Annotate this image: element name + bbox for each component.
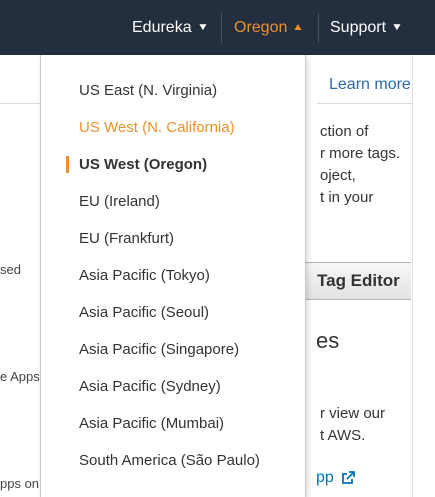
region-item-us-west-2[interactable]: US West (Oregon) <box>41 146 305 183</box>
region-dropdown-menu: US East (N. Virginia) US West (N. Califo… <box>40 55 306 497</box>
paragraph-line: oject, <box>320 167 356 184</box>
support-menu-label: Support <box>330 18 387 36</box>
account-menu[interactable]: Edureka ▼ <box>132 0 208 55</box>
region-item-label: Asia Pacific (Tokyo) <box>79 267 210 284</box>
account-menu-label: Edureka <box>132 18 192 36</box>
paragraph-line: ction of <box>320 123 369 140</box>
region-item-us-east-1[interactable]: US East (N. Virginia) <box>41 72 305 109</box>
region-menu[interactable]: Oregon ▲ <box>234 0 305 55</box>
left-text-fragment: sed <box>0 262 21 277</box>
region-item-label: EU (Frankfurt) <box>79 230 175 247</box>
paragraph-line: t in your <box>320 189 374 206</box>
tag-editor-button[interactable]: Tag Editor <box>305 262 411 300</box>
region-item-ap-southeast-1[interactable]: Asia Pacific (Singapore) <box>41 331 305 368</box>
region-item-eu-west-1[interactable]: EU (Ireland) <box>41 183 305 220</box>
caret-down-icon: ▼ <box>391 22 403 33</box>
external-link-icon <box>340 470 356 486</box>
app-link[interactable]: pp <box>316 469 356 487</box>
app-link-label: pp <box>316 469 334 486</box>
region-item-us-west-1[interactable]: US West (N. California) <box>41 109 305 146</box>
region-item-ap-northeast-2[interactable]: Asia Pacific (Seoul) <box>41 294 305 331</box>
nav-separator <box>318 13 319 43</box>
region-item-eu-central-1[interactable]: EU (Frankfurt) <box>41 220 305 257</box>
region-item-label: Asia Pacific (Sydney) <box>79 378 221 395</box>
region-item-label: Asia Pacific (Seoul) <box>79 304 210 321</box>
region-item-label: US West (Oregon) <box>79 156 208 173</box>
section-heading: es <box>316 328 340 353</box>
region-item-ap-southeast-2[interactable]: Asia Pacific (Sydney) <box>41 368 305 405</box>
left-text-fragment: pps on <box>0 476 40 491</box>
top-navigation-bar: Edureka ▼ Oregon ▲ Support ▼ <box>0 0 435 55</box>
left-text-fragment: e Apps <box>0 369 40 384</box>
learn-more-link[interactable]: Learn more <box>329 76 411 94</box>
paragraph-line: t AWS. <box>320 427 366 444</box>
region-menu-label: Oregon <box>234 18 288 36</box>
region-item-label: Asia Pacific (Mumbai) <box>79 415 225 432</box>
divider <box>412 55 413 497</box>
tag-editor-button-label: Tag Editor <box>317 271 400 290</box>
support-menu[interactable]: Support ▼ <box>330 0 403 55</box>
region-item-label: EU (Ireland) <box>79 193 160 210</box>
paragraph-line: r more tags. <box>320 145 401 162</box>
caret-up-icon: ▲ <box>292 22 305 33</box>
selected-indicator <box>66 156 69 173</box>
region-item-ap-south-1[interactable]: Asia Pacific (Mumbai) <box>41 405 305 442</box>
divider <box>317 103 412 104</box>
region-item-label: Asia Pacific (Singapore) <box>79 341 240 358</box>
nav-separator <box>221 13 222 43</box>
region-item-ap-northeast-1[interactable]: Asia Pacific (Tokyo) <box>41 257 305 294</box>
caret-down-icon: ▼ <box>196 22 209 33</box>
region-item-label: US West (N. California) <box>79 119 235 136</box>
region-item-sa-east-1[interactable]: South America (São Paulo) <box>41 442 305 479</box>
divider <box>0 103 40 104</box>
region-item-label: South America (São Paulo) <box>79 452 260 469</box>
paragraph-line: r view our <box>320 405 386 422</box>
region-item-label: US East (N. Virginia) <box>79 82 218 99</box>
